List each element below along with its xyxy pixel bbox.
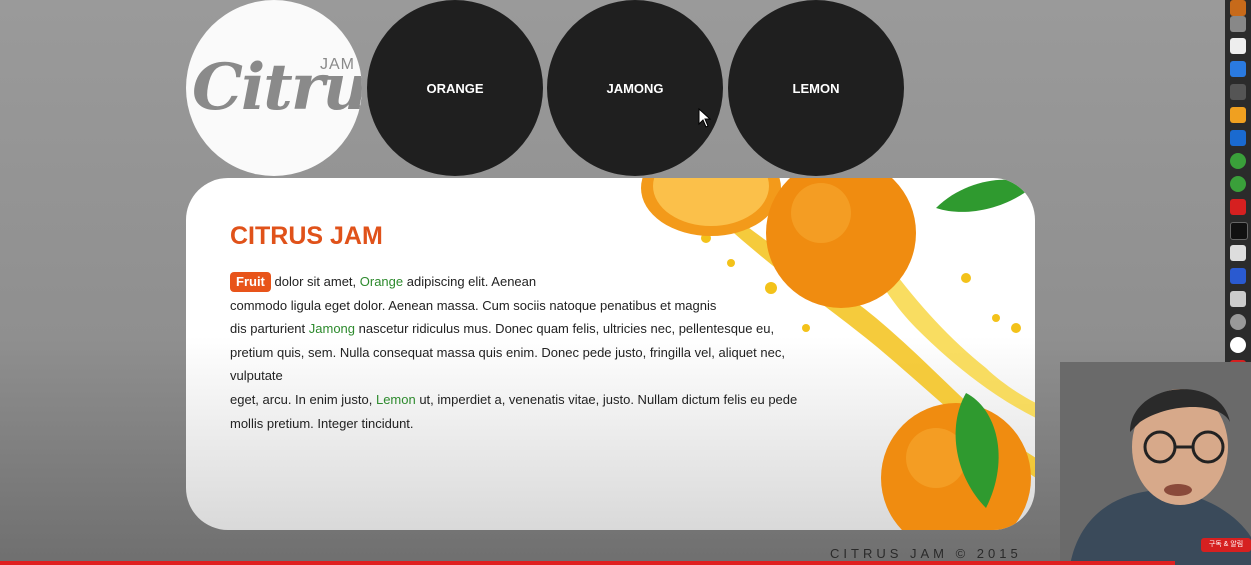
- mouse-cursor-icon: [698, 108, 712, 128]
- footer-copyright: CITRUS JAM © 2015: [830, 546, 1022, 561]
- sublime-icon[interactable]: [1230, 107, 1246, 123]
- body-line-4: pretium quis, sem. Nulla consequat massa…: [230, 344, 785, 384]
- logo-suffix: JAM: [320, 56, 355, 73]
- body-line-1a: dolor sit amet,: [270, 274, 360, 289]
- chrome-icon[interactable]: [1230, 153, 1246, 169]
- body-line-5a: eget, arcu. In enim justo,: [230, 391, 376, 407]
- nav-orange-label: ORANGE: [426, 80, 484, 96]
- webcam-video: [1060, 362, 1251, 565]
- launchpad-icon[interactable]: [1230, 16, 1246, 32]
- subscribe-badge[interactable]: 구독 & 알림: [1201, 538, 1251, 552]
- illustrator-icon[interactable]: [1230, 0, 1246, 16]
- body-line-3b: nascetur ridiculus mus. Donec quam felis…: [355, 321, 775, 337]
- presenter-image: [1060, 362, 1251, 565]
- calendar-icon[interactable]: [1230, 38, 1246, 54]
- body-line-5b: ut, imperdiet a, venenatis vitae, justo.…: [415, 391, 798, 407]
- instastats-icon[interactable]: [1230, 337, 1246, 353]
- activity-monitor-icon[interactable]: [1230, 291, 1246, 307]
- script-icon[interactable]: [1230, 245, 1246, 261]
- chrome-canary-icon[interactable]: [1230, 176, 1246, 192]
- body-line-2: commodo ligula eget dolor. Aenean massa.…: [230, 297, 717, 313]
- nav-jamong[interactable]: JAMONG: [547, 0, 723, 176]
- app-store-icon[interactable]: [1230, 61, 1246, 77]
- photo-icon[interactable]: [1230, 314, 1246, 330]
- terminal-icon[interactable]: [1230, 222, 1248, 240]
- fruit-badge: Fruit: [230, 272, 271, 292]
- keyword-lemon: Lemon: [375, 391, 416, 407]
- nav-jamong-label: JAMONG: [606, 80, 664, 96]
- nav-lemon-label: LEMON: [792, 80, 840, 96]
- nav-lemon[interactable]: LEMON: [728, 0, 904, 176]
- sourcetree-icon[interactable]: [1230, 130, 1246, 146]
- checklist-icon[interactable]: [1230, 268, 1246, 284]
- filezilla-icon[interactable]: [1230, 199, 1246, 215]
- body-line-1b: adipiscing elit. Aenean: [403, 274, 537, 289]
- body-line-6: mollis pretium. Integer tincidunt.: [230, 415, 414, 431]
- video-progress-bar[interactable]: [0, 561, 1175, 565]
- page-title: CITRUS JAM: [230, 222, 383, 250]
- body-text: Fruit dolor sit amet, Orange adipiscing …: [230, 270, 830, 435]
- nav-orange[interactable]: ORANGE: [367, 0, 543, 176]
- logo[interactable]: Citrus JAM: [186, 0, 362, 176]
- body-line-3a: dis parturient: [230, 321, 309, 337]
- keyword-jamong: Jamong: [308, 321, 356, 337]
- content-card: CITRUS JAM Fruit dolor sit amet, Orange …: [186, 178, 1035, 530]
- keyword-orange: Orange: [359, 274, 404, 289]
- system-preferences-icon[interactable]: [1230, 84, 1246, 100]
